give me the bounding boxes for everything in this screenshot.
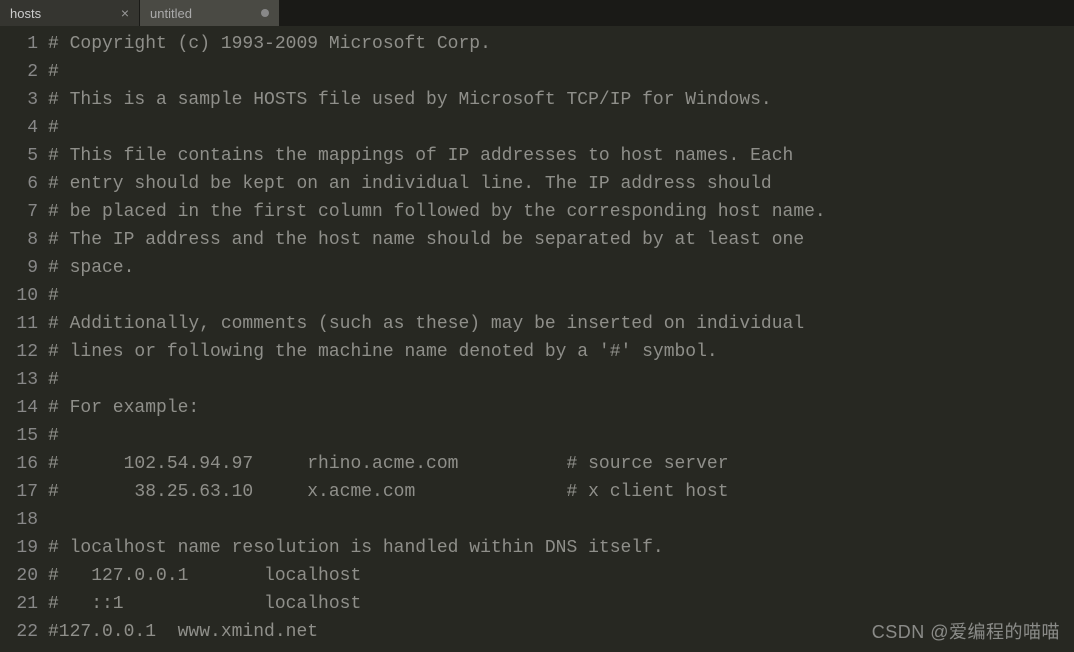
code-line[interactable]: # Copyright (c) 1993-2009 Microsoft Corp…	[48, 30, 1074, 58]
editor-area[interactable]: 12345678910111213141516171819202122 # Co…	[0, 26, 1074, 652]
tab-label: untitled	[150, 6, 192, 21]
code-line[interactable]: # This is a sample HOSTS file used by Mi…	[48, 86, 1074, 114]
line-number: 17	[0, 478, 38, 506]
line-number: 3	[0, 86, 38, 114]
line-number-gutter: 12345678910111213141516171819202122	[0, 30, 48, 652]
tab-untitled[interactable]: untitled	[140, 0, 280, 26]
watermark-text: CSDN @爱编程的喵喵	[872, 618, 1060, 644]
code-line[interactable]: # The IP address and the host name shoul…	[48, 226, 1074, 254]
line-number: 18	[0, 506, 38, 534]
code-line[interactable]: #	[48, 58, 1074, 86]
line-number: 16	[0, 450, 38, 478]
line-number: 7	[0, 198, 38, 226]
code-line[interactable]: #	[48, 282, 1074, 310]
line-number: 20	[0, 562, 38, 590]
tab-hosts[interactable]: hosts ×	[0, 0, 140, 26]
line-number: 22	[0, 618, 38, 646]
tab-label: hosts	[10, 6, 41, 21]
code-line[interactable]: #	[48, 366, 1074, 394]
line-number: 12	[0, 338, 38, 366]
line-number: 19	[0, 534, 38, 562]
code-line[interactable]: # For example:	[48, 394, 1074, 422]
line-number: 4	[0, 114, 38, 142]
line-number: 6	[0, 170, 38, 198]
line-number: 5	[0, 142, 38, 170]
code-line[interactable]: # 38.25.63.10 x.acme.com # x client host	[48, 478, 1074, 506]
line-number: 14	[0, 394, 38, 422]
code-line[interactable]: # This file contains the mappings of IP …	[48, 142, 1074, 170]
code-line[interactable]: # space.	[48, 254, 1074, 282]
code-line[interactable]: # ::1 localhost	[48, 590, 1074, 618]
line-number: 21	[0, 590, 38, 618]
line-number: 8	[0, 226, 38, 254]
code-line[interactable]: # lines or following the machine name de…	[48, 338, 1074, 366]
code-line[interactable]: # 127.0.0.1 localhost	[48, 562, 1074, 590]
code-line[interactable]: # Additionally, comments (such as these)…	[48, 310, 1074, 338]
line-number: 11	[0, 310, 38, 338]
code-line[interactable]: # localhost name resolution is handled w…	[48, 534, 1074, 562]
line-number: 1	[0, 30, 38, 58]
close-icon[interactable]: ×	[121, 5, 129, 21]
code-line[interactable]	[48, 506, 1074, 534]
line-number: 2	[0, 58, 38, 86]
code-content[interactable]: # Copyright (c) 1993-2009 Microsoft Corp…	[48, 30, 1074, 652]
line-number: 13	[0, 366, 38, 394]
code-line[interactable]: #	[48, 114, 1074, 142]
code-line[interactable]: #	[48, 422, 1074, 450]
tab-bar: hosts × untitled	[0, 0, 1074, 26]
code-line[interactable]: # be placed in the first column followed…	[48, 198, 1074, 226]
line-number: 15	[0, 422, 38, 450]
modified-indicator-icon	[261, 9, 269, 17]
code-line[interactable]: # entry should be kept on an individual …	[48, 170, 1074, 198]
code-line[interactable]: # 102.54.94.97 rhino.acme.com # source s…	[48, 450, 1074, 478]
line-number: 10	[0, 282, 38, 310]
line-number: 9	[0, 254, 38, 282]
